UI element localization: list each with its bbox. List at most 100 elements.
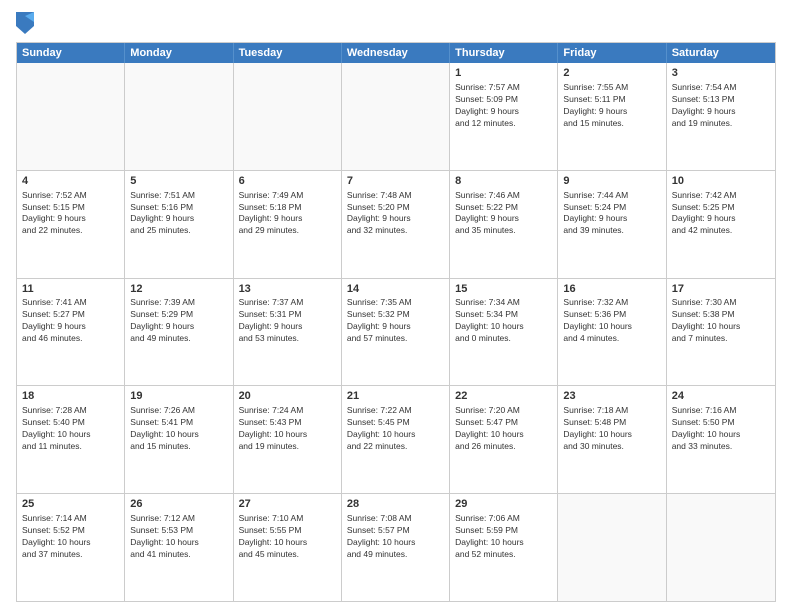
calendar-week-row: 11Sunrise: 7:41 AM Sunset: 5:27 PM Dayli… (17, 278, 775, 386)
day-info: Sunrise: 7:32 AM Sunset: 5:36 PM Dayligh… (563, 297, 660, 345)
calendar-cell: 12Sunrise: 7:39 AM Sunset: 5:29 PM Dayli… (125, 279, 233, 386)
calendar-cell: 25Sunrise: 7:14 AM Sunset: 5:52 PM Dayli… (17, 494, 125, 601)
day-number: 6 (239, 174, 336, 189)
calendar-header-cell: Sunday (17, 43, 125, 63)
day-number: 25 (22, 497, 119, 512)
calendar-cell: 21Sunrise: 7:22 AM Sunset: 5:45 PM Dayli… (342, 386, 450, 493)
day-number: 4 (22, 174, 119, 189)
calendar-cell: 3Sunrise: 7:54 AM Sunset: 5:13 PM Daylig… (667, 63, 775, 170)
calendar-week-row: 4Sunrise: 7:52 AM Sunset: 5:15 PM Daylig… (17, 170, 775, 278)
calendar-cell: 22Sunrise: 7:20 AM Sunset: 5:47 PM Dayli… (450, 386, 558, 493)
day-number: 27 (239, 497, 336, 512)
day-info: Sunrise: 7:41 AM Sunset: 5:27 PM Dayligh… (22, 297, 119, 345)
calendar-cell: 16Sunrise: 7:32 AM Sunset: 5:36 PM Dayli… (558, 279, 666, 386)
day-number: 3 (672, 66, 770, 81)
calendar-cell: 15Sunrise: 7:34 AM Sunset: 5:34 PM Dayli… (450, 279, 558, 386)
day-number: 20 (239, 389, 336, 404)
calendar-cell: 8Sunrise: 7:46 AM Sunset: 5:22 PM Daylig… (450, 171, 558, 278)
day-number: 18 (22, 389, 119, 404)
day-info: Sunrise: 7:42 AM Sunset: 5:25 PM Dayligh… (672, 190, 770, 238)
calendar-cell (667, 494, 775, 601)
day-number: 23 (563, 389, 660, 404)
day-number: 8 (455, 174, 552, 189)
calendar-cell: 1Sunrise: 7:57 AM Sunset: 5:09 PM Daylig… (450, 63, 558, 170)
calendar-cell (234, 63, 342, 170)
day-number: 16 (563, 282, 660, 297)
day-number: 5 (130, 174, 227, 189)
day-number: 15 (455, 282, 552, 297)
day-number: 7 (347, 174, 444, 189)
day-info: Sunrise: 7:48 AM Sunset: 5:20 PM Dayligh… (347, 190, 444, 238)
day-number: 10 (672, 174, 770, 189)
day-info: Sunrise: 7:12 AM Sunset: 5:53 PM Dayligh… (130, 513, 227, 561)
calendar-week-row: 1Sunrise: 7:57 AM Sunset: 5:09 PM Daylig… (17, 63, 775, 170)
day-info: Sunrise: 7:28 AM Sunset: 5:40 PM Dayligh… (22, 405, 119, 453)
calendar-cell: 9Sunrise: 7:44 AM Sunset: 5:24 PM Daylig… (558, 171, 666, 278)
calendar-cell (17, 63, 125, 170)
day-info: Sunrise: 7:08 AM Sunset: 5:57 PM Dayligh… (347, 513, 444, 561)
calendar-cell: 29Sunrise: 7:06 AM Sunset: 5:59 PM Dayli… (450, 494, 558, 601)
calendar-cell: 23Sunrise: 7:18 AM Sunset: 5:48 PM Dayli… (558, 386, 666, 493)
calendar-cell (125, 63, 233, 170)
day-number: 1 (455, 66, 552, 81)
calendar-header-cell: Wednesday (342, 43, 450, 63)
day-info: Sunrise: 7:51 AM Sunset: 5:16 PM Dayligh… (130, 190, 227, 238)
logo-icon (16, 12, 34, 34)
calendar-header-cell: Monday (125, 43, 233, 63)
calendar-cell: 27Sunrise: 7:10 AM Sunset: 5:55 PM Dayli… (234, 494, 342, 601)
day-info: Sunrise: 7:44 AM Sunset: 5:24 PM Dayligh… (563, 190, 660, 238)
calendar-cell: 7Sunrise: 7:48 AM Sunset: 5:20 PM Daylig… (342, 171, 450, 278)
calendar-header-cell: Tuesday (234, 43, 342, 63)
day-number: 22 (455, 389, 552, 404)
day-info: Sunrise: 7:49 AM Sunset: 5:18 PM Dayligh… (239, 190, 336, 238)
calendar-week-row: 25Sunrise: 7:14 AM Sunset: 5:52 PM Dayli… (17, 493, 775, 601)
day-number: 17 (672, 282, 770, 297)
logo (16, 12, 38, 34)
day-info: Sunrise: 7:14 AM Sunset: 5:52 PM Dayligh… (22, 513, 119, 561)
day-number: 28 (347, 497, 444, 512)
calendar-week-row: 18Sunrise: 7:28 AM Sunset: 5:40 PM Dayli… (17, 385, 775, 493)
day-info: Sunrise: 7:39 AM Sunset: 5:29 PM Dayligh… (130, 297, 227, 345)
day-number: 2 (563, 66, 660, 81)
calendar-header-row: SundayMondayTuesdayWednesdayThursdayFrid… (17, 43, 775, 63)
calendar-cell: 26Sunrise: 7:12 AM Sunset: 5:53 PM Dayli… (125, 494, 233, 601)
day-info: Sunrise: 7:24 AM Sunset: 5:43 PM Dayligh… (239, 405, 336, 453)
calendar-cell: 14Sunrise: 7:35 AM Sunset: 5:32 PM Dayli… (342, 279, 450, 386)
day-info: Sunrise: 7:22 AM Sunset: 5:45 PM Dayligh… (347, 405, 444, 453)
day-info: Sunrise: 7:26 AM Sunset: 5:41 PM Dayligh… (130, 405, 227, 453)
day-number: 29 (455, 497, 552, 512)
page: SundayMondayTuesdayWednesdayThursdayFrid… (0, 0, 792, 612)
calendar-cell: 11Sunrise: 7:41 AM Sunset: 5:27 PM Dayli… (17, 279, 125, 386)
calendar-cell (558, 494, 666, 601)
header (16, 12, 776, 34)
calendar-cell: 18Sunrise: 7:28 AM Sunset: 5:40 PM Dayli… (17, 386, 125, 493)
day-number: 24 (672, 389, 770, 404)
day-info: Sunrise: 7:20 AM Sunset: 5:47 PM Dayligh… (455, 405, 552, 453)
day-info: Sunrise: 7:30 AM Sunset: 5:38 PM Dayligh… (672, 297, 770, 345)
day-info: Sunrise: 7:10 AM Sunset: 5:55 PM Dayligh… (239, 513, 336, 561)
calendar-cell: 17Sunrise: 7:30 AM Sunset: 5:38 PM Dayli… (667, 279, 775, 386)
day-info: Sunrise: 7:06 AM Sunset: 5:59 PM Dayligh… (455, 513, 552, 561)
calendar-cell: 28Sunrise: 7:08 AM Sunset: 5:57 PM Dayli… (342, 494, 450, 601)
calendar-cell: 19Sunrise: 7:26 AM Sunset: 5:41 PM Dayli… (125, 386, 233, 493)
calendar: SundayMondayTuesdayWednesdayThursdayFrid… (16, 42, 776, 602)
day-info: Sunrise: 7:57 AM Sunset: 5:09 PM Dayligh… (455, 82, 552, 130)
day-info: Sunrise: 7:18 AM Sunset: 5:48 PM Dayligh… (563, 405, 660, 453)
calendar-cell: 20Sunrise: 7:24 AM Sunset: 5:43 PM Dayli… (234, 386, 342, 493)
day-info: Sunrise: 7:16 AM Sunset: 5:50 PM Dayligh… (672, 405, 770, 453)
calendar-header-cell: Thursday (450, 43, 558, 63)
calendar-cell: 6Sunrise: 7:49 AM Sunset: 5:18 PM Daylig… (234, 171, 342, 278)
day-number: 26 (130, 497, 227, 512)
day-info: Sunrise: 7:54 AM Sunset: 5:13 PM Dayligh… (672, 82, 770, 130)
day-info: Sunrise: 7:34 AM Sunset: 5:34 PM Dayligh… (455, 297, 552, 345)
calendar-cell: 4Sunrise: 7:52 AM Sunset: 5:15 PM Daylig… (17, 171, 125, 278)
calendar-cell: 5Sunrise: 7:51 AM Sunset: 5:16 PM Daylig… (125, 171, 233, 278)
day-info: Sunrise: 7:37 AM Sunset: 5:31 PM Dayligh… (239, 297, 336, 345)
day-number: 9 (563, 174, 660, 189)
calendar-cell: 13Sunrise: 7:37 AM Sunset: 5:31 PM Dayli… (234, 279, 342, 386)
day-info: Sunrise: 7:52 AM Sunset: 5:15 PM Dayligh… (22, 190, 119, 238)
day-number: 12 (130, 282, 227, 297)
day-number: 13 (239, 282, 336, 297)
calendar-body: 1Sunrise: 7:57 AM Sunset: 5:09 PM Daylig… (17, 63, 775, 601)
day-number: 14 (347, 282, 444, 297)
